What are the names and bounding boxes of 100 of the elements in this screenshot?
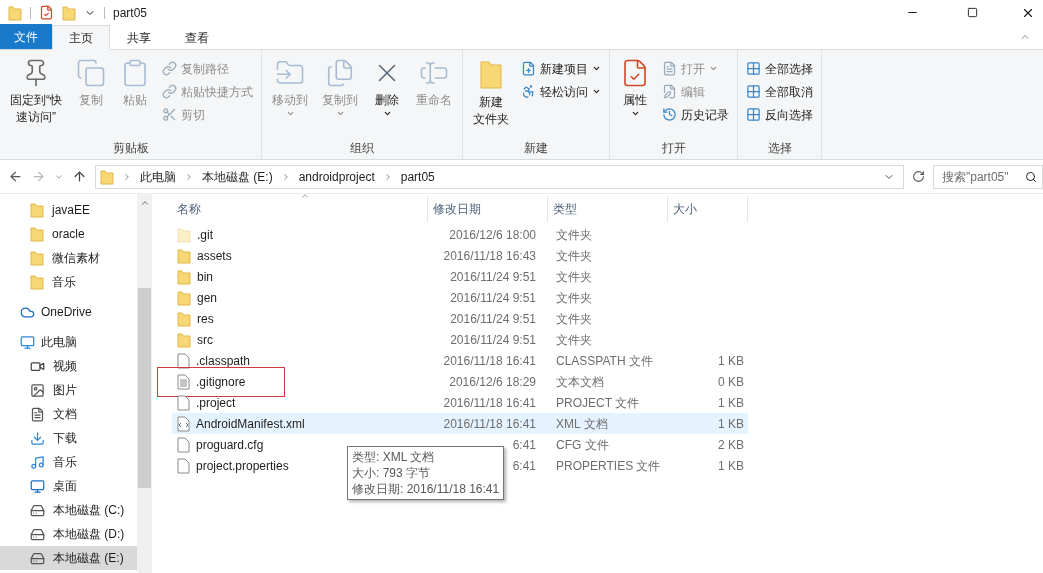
- ribbon-tab[interactable]: 主页: [52, 25, 110, 50]
- breadcrumb[interactable]: androidproject: [298, 167, 375, 186]
- nav-item[interactable]: 桌面: [0, 474, 137, 498]
- group-label: 新建: [523, 140, 549, 157]
- date-cell-text: 2016/11/24 9:51: [449, 268, 536, 286]
- column-header[interactable]: 大小: [668, 196, 748, 222]
- size-cell-text: 1 KB: [717, 415, 744, 433]
- nav-item[interactable]: OneDrive: [0, 300, 137, 324]
- column-header[interactable]: 类型: [548, 196, 668, 222]
- maximize-icon[interactable]: [967, 7, 978, 18]
- type-cell-text: 文件夹: [555, 289, 593, 307]
- file-name: .classpath: [196, 352, 251, 370]
- nav-item[interactable]: 音乐: [0, 270, 137, 294]
- type-cell-text: 文本文档: [555, 373, 605, 391]
- search-field[interactable]: 搜索"part05": [933, 164, 1043, 189]
- drive-icon: [30, 526, 45, 542]
- nav-item[interactable]: 本地磁盘 (E:): [0, 546, 137, 570]
- nav-item[interactable]: 本地磁盘 (C:): [0, 498, 137, 522]
- forward-icon[interactable]: [31, 169, 46, 184]
- back-icon[interactable]: [8, 169, 23, 184]
- column-header[interactable]: 名称: [172, 196, 428, 222]
- breadcrumb-chevron-icon[interactable]: [122, 171, 132, 182]
- breadcrumb[interactable]: 本地磁盘 (E:): [202, 167, 273, 186]
- size-cell-text: 1 KB: [717, 352, 744, 370]
- nav-item[interactable]: 音乐: [0, 450, 137, 474]
- type-cell-text: 文件夹: [555, 226, 593, 244]
- caret-icon: [335, 109, 345, 118]
- date-cell-text: 6:41: [511, 436, 536, 454]
- ribbon-button[interactable]: 删除: [366, 54, 408, 139]
- date-cell-text: 2016/11/24 9:51: [449, 331, 536, 349]
- type-cell-text: CLASSPATH 文件: [555, 352, 654, 370]
- ribbon-button[interactable]: 固定到“快 速访问”: [4, 54, 68, 139]
- column-header[interactable]: 修改日期: [428, 196, 548, 222]
- history-icon: [662, 107, 677, 122]
- ribbon-small-button[interactable]: 全部选择: [742, 58, 817, 79]
- nav-item[interactable]: oracle: [0, 222, 137, 246]
- file-tab[interactable]: 文件: [0, 24, 52, 49]
- group-label: 打开: [660, 140, 687, 157]
- type-cell-text: CFG 文件: [555, 436, 610, 454]
- tooltip-line: 大小: 793 字节: [352, 465, 432, 481]
- folder-icon: [30, 274, 44, 290]
- nav-item[interactable]: 此电脑: [0, 330, 137, 354]
- shortcut-icon: [162, 84, 177, 99]
- scroll-up-icon[interactable]: [139, 198, 150, 208]
- nav-item[interactable]: 图片: [0, 378, 137, 402]
- ribbon-small-button[interactable]: 反向选择: [742, 104, 817, 125]
- type-cell-text: 文件夹: [555, 331, 593, 349]
- breadcrumb[interactable]: 此电脑: [140, 167, 176, 186]
- ribbon-small-button[interactable]: 历史记录: [658, 104, 733, 125]
- folder-icon: [479, 58, 503, 90]
- group-label: 组织: [349, 140, 375, 157]
- folder-icon: [30, 250, 44, 266]
- type-cell-text: XML 文档: [555, 415, 609, 433]
- file-name: assets: [197, 247, 232, 265]
- desktop-icon: [30, 478, 45, 494]
- breadcrumb[interactable]: part05: [400, 167, 435, 186]
- type-cell-text: PROPERTIES 文件: [555, 457, 662, 475]
- text-file-icon: [177, 373, 190, 390]
- ribbon-small-button[interactable]: 全部取消: [742, 81, 817, 102]
- nav-item[interactable]: 下载: [0, 426, 137, 450]
- nav-item[interactable]: 微信素材: [0, 246, 137, 270]
- refresh-icon[interactable]: [912, 170, 925, 183]
- date-cell-text: 2016/11/18 16:41: [442, 394, 536, 412]
- date-cell-text: 6:41: [511, 457, 536, 475]
- type-cell-text: PROJECT 文件: [555, 394, 641, 412]
- folder-icon: [177, 226, 191, 243]
- nav-item[interactable]: javaEE: [0, 198, 137, 222]
- download-icon: [30, 430, 45, 446]
- scroll-thumb[interactable]: [138, 288, 151, 488]
- file-name: proguard.cfg: [196, 436, 264, 454]
- caret-icon: [709, 64, 718, 73]
- tooltip-line: 类型: XML 文档: [352, 449, 436, 465]
- folder-icon: [177, 289, 191, 306]
- ribbon-button[interactable]: 属性: [614, 54, 656, 139]
- date-cell-text: 2016/11/18 16:41: [442, 415, 536, 433]
- file-name: .project: [196, 394, 236, 412]
- scrollbar[interactable]: [137, 194, 152, 573]
- file-row[interactable]: AndroidManifest.xml 2016/11/18 16:41 XML 文档 1 KB: [172, 413, 748, 434]
- folder-icon: [30, 226, 44, 242]
- search-icon: [1025, 170, 1037, 183]
- folder-icon: [177, 331, 191, 348]
- ribbon-small-button[interactable]: 轻松访问: [517, 81, 605, 102]
- properties-icon[interactable]: [39, 5, 54, 20]
- file-name: .gitignore: [196, 373, 246, 391]
- nav-item[interactable]: 文档: [0, 402, 137, 426]
- date-cell-text: 2016/11/18 16:43: [442, 247, 536, 265]
- up-icon[interactable]: [72, 169, 87, 184]
- nav-item[interactable]: 本地磁盘 (D:): [0, 522, 137, 546]
- ribbon-tab[interactable]: 查看: [168, 25, 226, 50]
- tooltip-line: 修改日期: 2016/11/18 16:41: [352, 481, 500, 497]
- file-name: gen: [197, 289, 218, 307]
- nav-item[interactable]: 视频: [0, 354, 137, 378]
- ribbon-small-button[interactable]: 新建项目: [517, 58, 605, 79]
- caret-icon: [285, 109, 295, 118]
- size-cell-text: 2 KB: [717, 436, 744, 454]
- address-field[interactable]: 此电脑 本地磁盘 (E:) androidproject part05: [95, 164, 904, 189]
- ribbon-button[interactable]: 新建 文件夹: [467, 54, 515, 139]
- file-name: AndroidManifest.xml: [196, 415, 305, 433]
- breadcrumb-chevron-icon[interactable]: [184, 171, 194, 182]
- ribbon-tab[interactable]: 共享: [110, 25, 168, 50]
